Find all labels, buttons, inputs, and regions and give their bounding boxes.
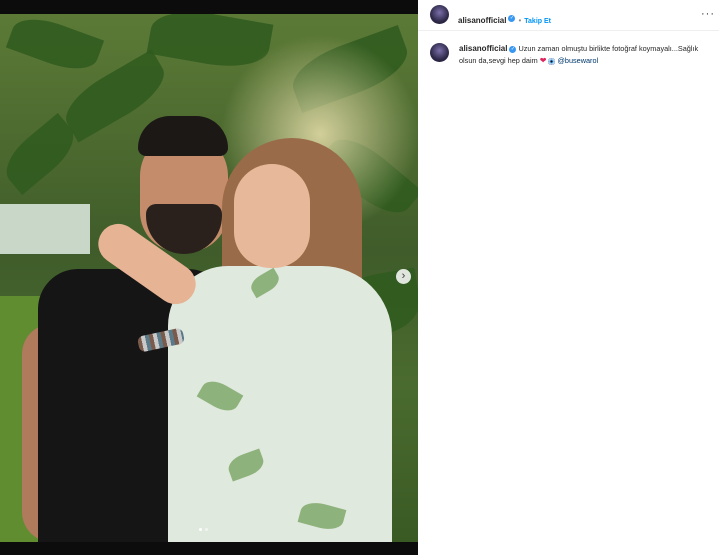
avatar[interactable] bbox=[430, 5, 449, 24]
post-photo bbox=[0, 14, 418, 542]
post-caption: alisanofficial ✓ Uzun zaman olmuştu birli… bbox=[459, 43, 709, 67]
heart-emoji-icon: ❤ bbox=[539, 56, 547, 65]
woman-figure bbox=[168, 266, 392, 542]
carousel-dot bbox=[199, 528, 202, 531]
more-options-icon[interactable]: ··· bbox=[701, 8, 715, 20]
mention-link[interactable]: @busewarol bbox=[558, 56, 599, 65]
carousel-dots bbox=[199, 528, 208, 532]
verified-badge-icon: ✓ bbox=[509, 45, 517, 53]
carousel-dot bbox=[205, 528, 208, 531]
post-media[interactable]: › bbox=[0, 0, 418, 555]
username-link[interactable]: alisanofficial bbox=[458, 16, 506, 25]
nazar-emoji-icon bbox=[548, 57, 556, 65]
separator: • bbox=[518, 16, 522, 25]
post-header: alisanofficial ✓ • Takip Et ··· bbox=[418, 0, 719, 31]
next-arrow-icon[interactable]: › bbox=[396, 269, 411, 284]
caption-avatar[interactable] bbox=[430, 43, 449, 62]
follow-button[interactable]: Takip Et bbox=[524, 18, 551, 25]
post-side-panel: alisanofficial ✓ • Takip Et ··· alisanoffic… bbox=[418, 0, 719, 555]
verified-badge-icon: ✓ bbox=[508, 15, 516, 23]
caption-username[interactable]: alisanofficial bbox=[459, 44, 507, 53]
